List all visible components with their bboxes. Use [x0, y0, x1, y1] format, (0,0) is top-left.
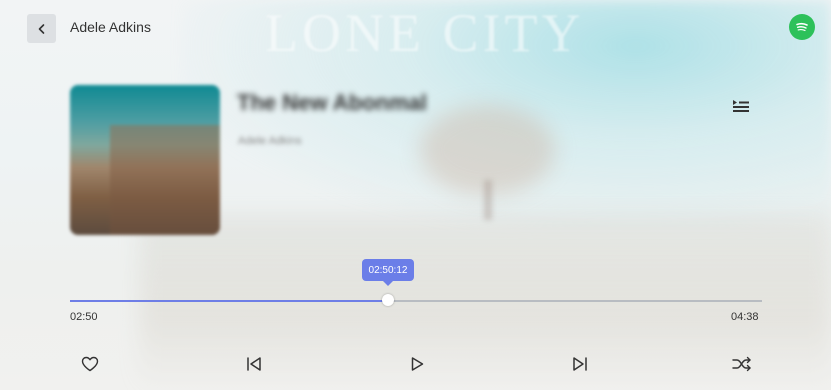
play-icon [409, 356, 425, 372]
shuffle-button[interactable] [729, 353, 755, 375]
progress-thumb[interactable] [382, 294, 394, 306]
skip-next-icon [571, 356, 589, 372]
back-button[interactable] [27, 14, 56, 43]
queue-icon [732, 99, 750, 113]
previous-button[interactable] [241, 353, 267, 375]
elapsed-time: 02:50 [70, 311, 98, 323]
album-art [70, 85, 220, 235]
next-button[interactable] [567, 353, 593, 375]
queue-button[interactable] [728, 93, 754, 119]
song-title: The New Abonmal [237, 90, 427, 115]
page-title: Adele Adkins [70, 19, 151, 35]
play-button[interactable] [404, 353, 430, 375]
heart-icon [81, 356, 99, 372]
background-text: LONE CITY [265, 3, 585, 63]
song-artist: Adele Adkins [238, 135, 302, 147]
progress-fill [70, 300, 388, 302]
progress-tooltip: 02:50:12 [362, 259, 414, 286]
skip-previous-icon [245, 356, 263, 372]
total-duration: 04:38 [731, 311, 759, 323]
shuffle-icon [732, 356, 752, 372]
background-tree-trunk [484, 180, 492, 220]
progress-bar[interactable] [70, 294, 762, 306]
spotify-button[interactable] [789, 14, 815, 40]
like-button[interactable] [77, 353, 103, 375]
spotify-icon [794, 19, 810, 35]
chevron-left-icon [36, 23, 48, 35]
